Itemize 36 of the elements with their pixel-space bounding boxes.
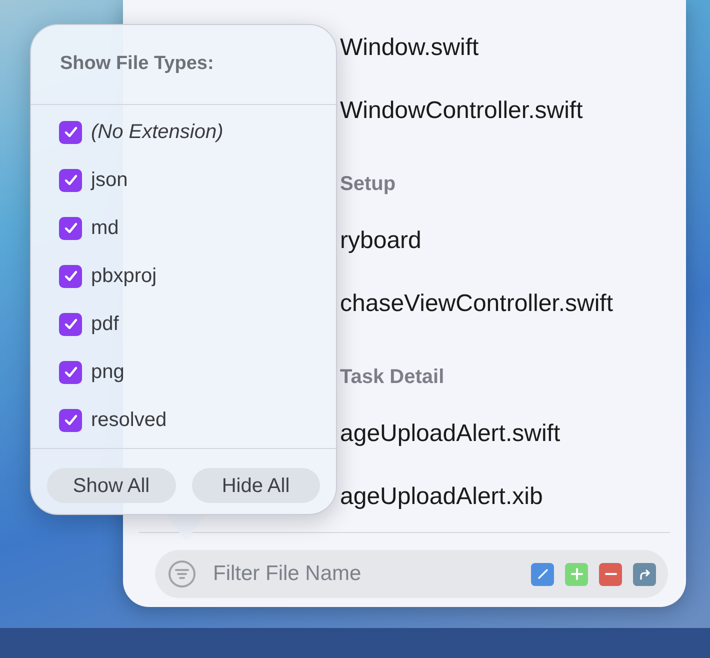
checkmark-icon bbox=[64, 125, 78, 139]
file-name[interactable]: ageUploadAlert.xib bbox=[340, 478, 543, 514]
filter-field[interactable]: Filter File Name bbox=[213, 558, 531, 590]
file-type-label: pdf bbox=[91, 312, 119, 337]
popover-title: Show File Types: bbox=[60, 52, 214, 76]
checkmark-icon bbox=[64, 317, 78, 331]
file-type-label: png bbox=[91, 360, 124, 385]
file-name[interactable]: Window.swift bbox=[340, 30, 479, 66]
checkmark-icon bbox=[64, 269, 78, 283]
popover-button[interactable]: Hide All bbox=[192, 468, 320, 503]
file-type-label: resolved bbox=[91, 408, 167, 433]
filter-bar[interactable]: Filter File Name bbox=[155, 550, 668, 598]
checkbox[interactable] bbox=[59, 408, 82, 432]
file-name[interactable]: ryboard bbox=[340, 222, 422, 258]
checkbox[interactable] bbox=[59, 312, 82, 336]
file-name[interactable]: WindowController.swift bbox=[340, 92, 583, 128]
checkmark-icon bbox=[64, 413, 78, 427]
checkbox[interactable] bbox=[59, 168, 82, 192]
checkbox[interactable] bbox=[59, 360, 82, 384]
section-header: Task Detail bbox=[340, 365, 444, 390]
section-header: Setup bbox=[340, 172, 396, 197]
checkmark-icon bbox=[64, 173, 78, 187]
checkmark-icon bbox=[64, 365, 78, 379]
pencil-icon[interactable] bbox=[531, 562, 554, 586]
checkmark-icon bbox=[64, 221, 78, 235]
popover-button[interactable]: Show All bbox=[47, 468, 176, 503]
checkbox[interactable] bbox=[59, 216, 82, 240]
file-type-label: (No Extension) bbox=[91, 120, 224, 145]
file-type-label: md bbox=[91, 216, 119, 241]
checkbox[interactable] bbox=[59, 264, 82, 288]
checkbox[interactable] bbox=[59, 120, 82, 144]
file-type-label: json bbox=[91, 168, 128, 193]
minus-icon[interactable] bbox=[599, 562, 622, 586]
file-name[interactable]: ageUploadAlert.swift bbox=[340, 416, 560, 452]
file-type-label: pbxproj bbox=[91, 264, 157, 289]
file-name[interactable]: chaseViewController.swift bbox=[340, 286, 614, 322]
